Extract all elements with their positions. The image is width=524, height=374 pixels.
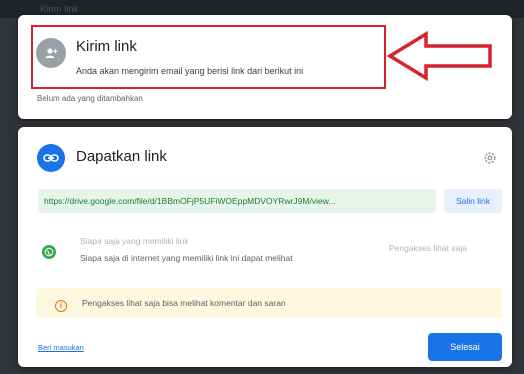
share-url-text: https://drive.google.com/file/d/1BBmOFjP… <box>44 196 336 206</box>
role-dropdown[interactable]: Pengakses lihat saja <box>389 243 467 253</box>
globe-icon <box>42 245 56 259</box>
feedback-link[interactable]: Beri masukan <box>38 343 84 352</box>
info-icon: i <box>55 300 67 312</box>
info-banner-text: Pengakses lihat saja bisa melihat koment… <box>82 298 286 308</box>
link-icon <box>37 144 65 172</box>
annotation-arrow-icon <box>386 30 492 82</box>
screenshot-stage: Kirim link Kirim link Anda akan mengirim… <box>0 0 524 374</box>
gear-icon[interactable] <box>483 151 497 165</box>
get-link-title: Dapatkan link <box>76 148 167 165</box>
send-link-subtext: Belum ada yang ditambahkan <box>37 94 143 103</box>
done-button[interactable]: Selesai <box>428 333 502 361</box>
copy-link-button[interactable]: Salin link <box>444 189 502 213</box>
share-url-field[interactable]: https://drive.google.com/file/d/1BBmOFjP… <box>38 189 436 213</box>
annotation-highlight-box <box>31 25 386 89</box>
access-level-title[interactable]: Siapa saja yang memiliki link <box>80 236 189 246</box>
access-level-description: Siapa saja di internet yang memiliki lin… <box>80 253 293 263</box>
background-text: Kirim link <box>40 4 79 14</box>
